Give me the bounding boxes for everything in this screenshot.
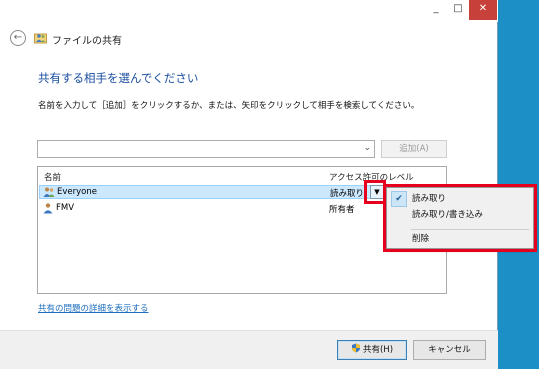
instruction-text: 名前を入力して［追加］をクリックするか、または、矢印をクリックして相手を検索して… <box>38 101 420 111</box>
nav-bar: ← ファイルの共有 <box>0 28 498 50</box>
shield-icon <box>351 343 360 353</box>
user-icon <box>43 203 53 214</box>
minimize-button[interactable]: _ <box>425 0 447 20</box>
button-bar: 共有(H) キャンセル <box>0 330 498 369</box>
sharing-problems-link[interactable]: 共有の問題の詳細を表示する <box>38 302 149 314</box>
row-permission: 読み取り <box>330 189 365 199</box>
row-name: FMV <box>56 203 75 213</box>
nav-title: ファイルの共有 <box>52 36 122 47</box>
share-button[interactable]: 共有(H) <box>337 340 407 360</box>
title-bar: _ □ ✕ <box>0 0 498 22</box>
maximize-button[interactable]: □ <box>447 0 469 20</box>
share-button-label: 共有(H) <box>362 345 394 355</box>
back-arrow-icon[interactable]: ← <box>10 30 26 46</box>
row-name: Everyone <box>57 187 97 197</box>
highlight-box-menu <box>383 184 537 252</box>
page-heading: 共有する相手を選んでください <box>38 71 199 85</box>
cancel-button[interactable]: キャンセル <box>413 340 486 360</box>
share-with-combobox[interactable]: ⌄ <box>37 140 375 158</box>
add-button[interactable]: 追加(A) <box>381 140 447 158</box>
chevron-down-icon[interactable]: ⌄ <box>363 143 371 153</box>
group-users-icon <box>43 187 55 197</box>
row-permission: 所有者 <box>329 205 355 215</box>
share-people-icon <box>34 33 47 44</box>
column-header-name[interactable]: 名前 <box>44 171 61 183</box>
close-button[interactable]: ✕ <box>469 0 497 20</box>
